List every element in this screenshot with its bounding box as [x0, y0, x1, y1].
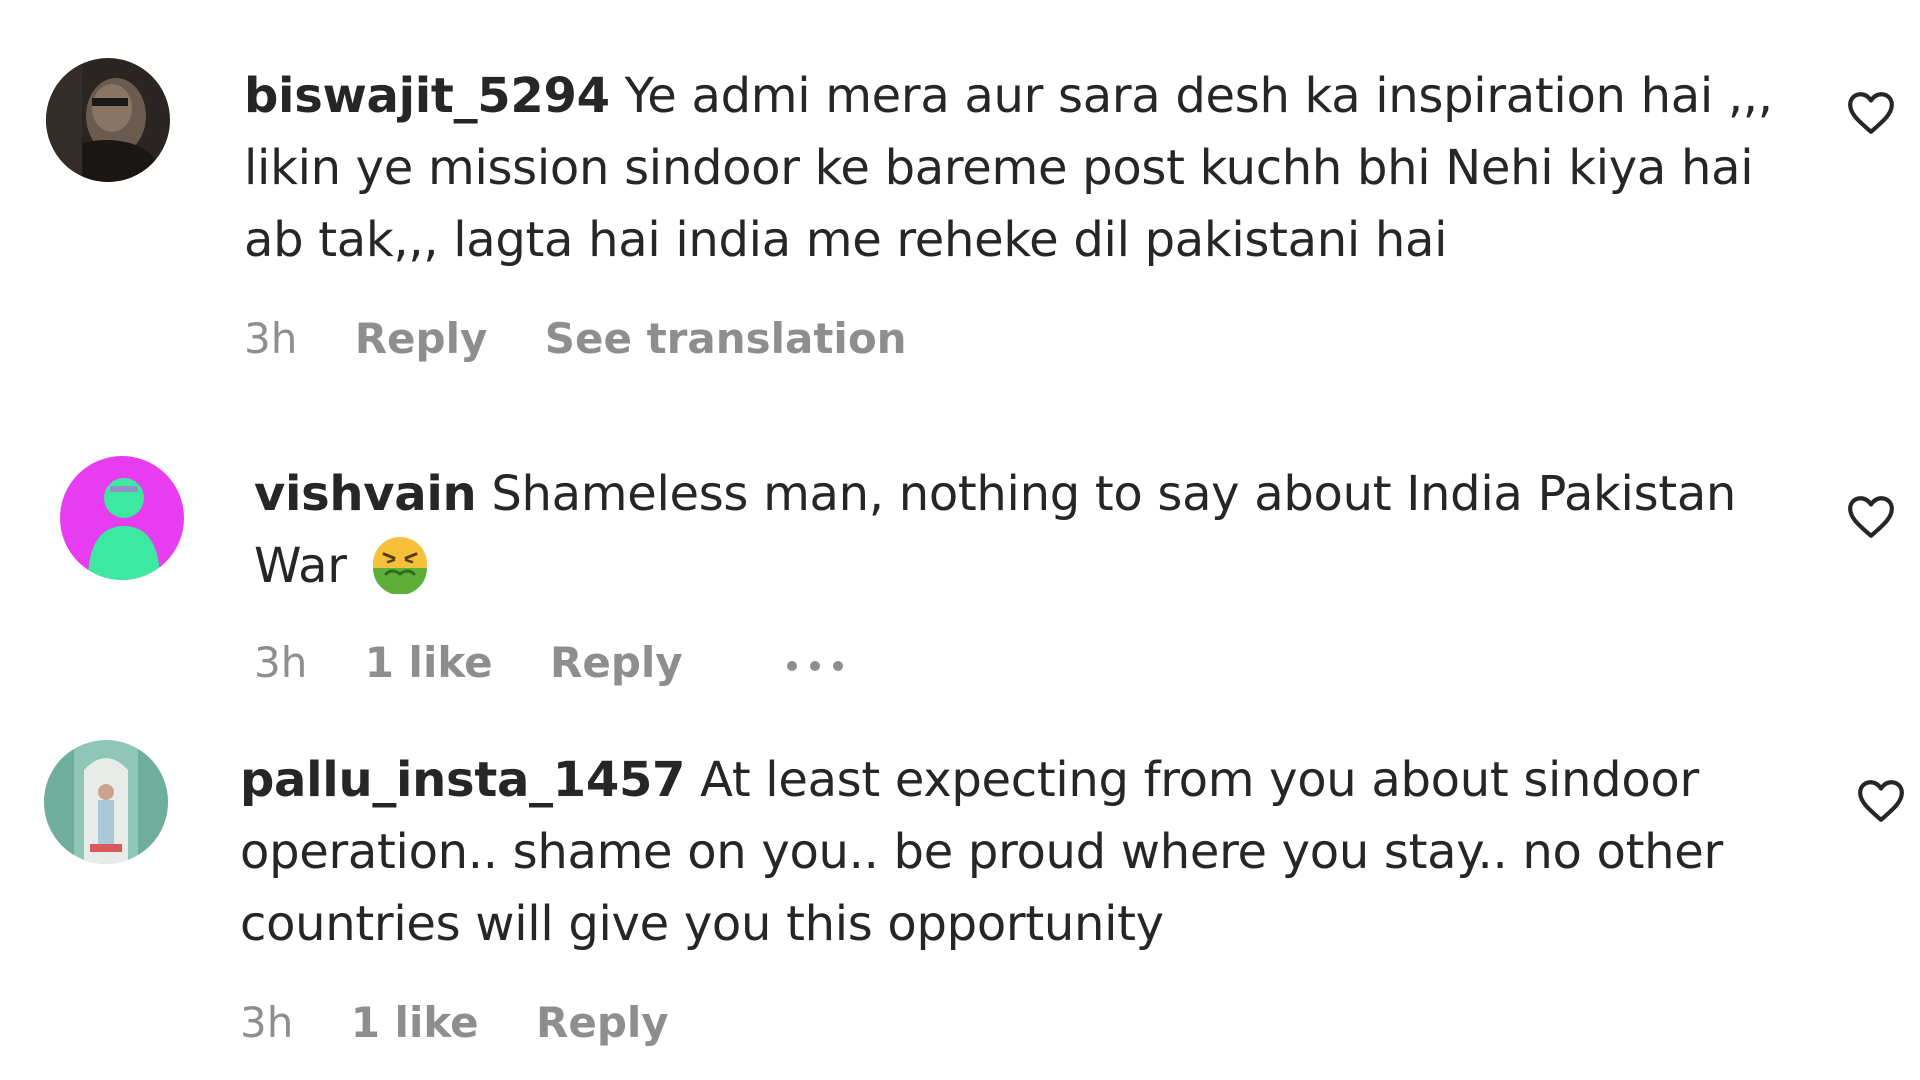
comment-username[interactable]: biswajit_5294 [244, 68, 610, 124]
nauseated-face-emoji-icon [372, 537, 427, 594]
comment-time: 3h [254, 638, 308, 687]
comment-meta: 3h 1 like Reply [254, 638, 848, 687]
reply-button[interactable]: Reply [536, 998, 669, 1047]
reply-button[interactable]: Reply [355, 314, 488, 363]
heart-outline-icon[interactable] [1856, 778, 1906, 824]
likes-count[interactable]: 1 like [351, 998, 479, 1047]
avatar[interactable] [44, 740, 168, 864]
comment-username[interactable]: pallu_insta_1457 [240, 752, 685, 808]
avatar[interactable] [60, 456, 184, 580]
default-user-avatar-icon [60, 456, 184, 580]
comment-time: 3h [240, 998, 294, 1047]
avatar[interactable] [46, 58, 170, 182]
comment-meta: 3h Reply See translation [244, 314, 951, 363]
see-translation-button[interactable]: See translation [545, 314, 907, 363]
user-photo-avatar-icon [46, 58, 170, 182]
comment-text: Shameless man, nothing to say about Indi… [254, 466, 1737, 594]
comments-list: biswajit_5294 Ye admi mera aur sara desh… [0, 0, 1920, 1080]
user-photo-avatar-icon [44, 740, 168, 864]
comment-body: pallu_insta_1457 At least expecting from… [240, 744, 1780, 960]
comment-body: vishvain Shameless man, nothing to say a… [254, 458, 1794, 602]
comment-username[interactable]: vishvain [254, 466, 477, 522]
heart-outline-icon[interactable] [1846, 494, 1896, 540]
comment-body: biswajit_5294 Ye admi mera aur sara desh… [244, 60, 1784, 276]
more-options-icon[interactable] [782, 656, 848, 676]
comment-meta: 3h 1 like Reply [240, 998, 713, 1047]
comment-time: 3h [244, 314, 298, 363]
reply-button[interactable]: Reply [550, 638, 683, 687]
heart-outline-icon[interactable] [1846, 90, 1896, 136]
likes-count[interactable]: 1 like [365, 638, 493, 687]
